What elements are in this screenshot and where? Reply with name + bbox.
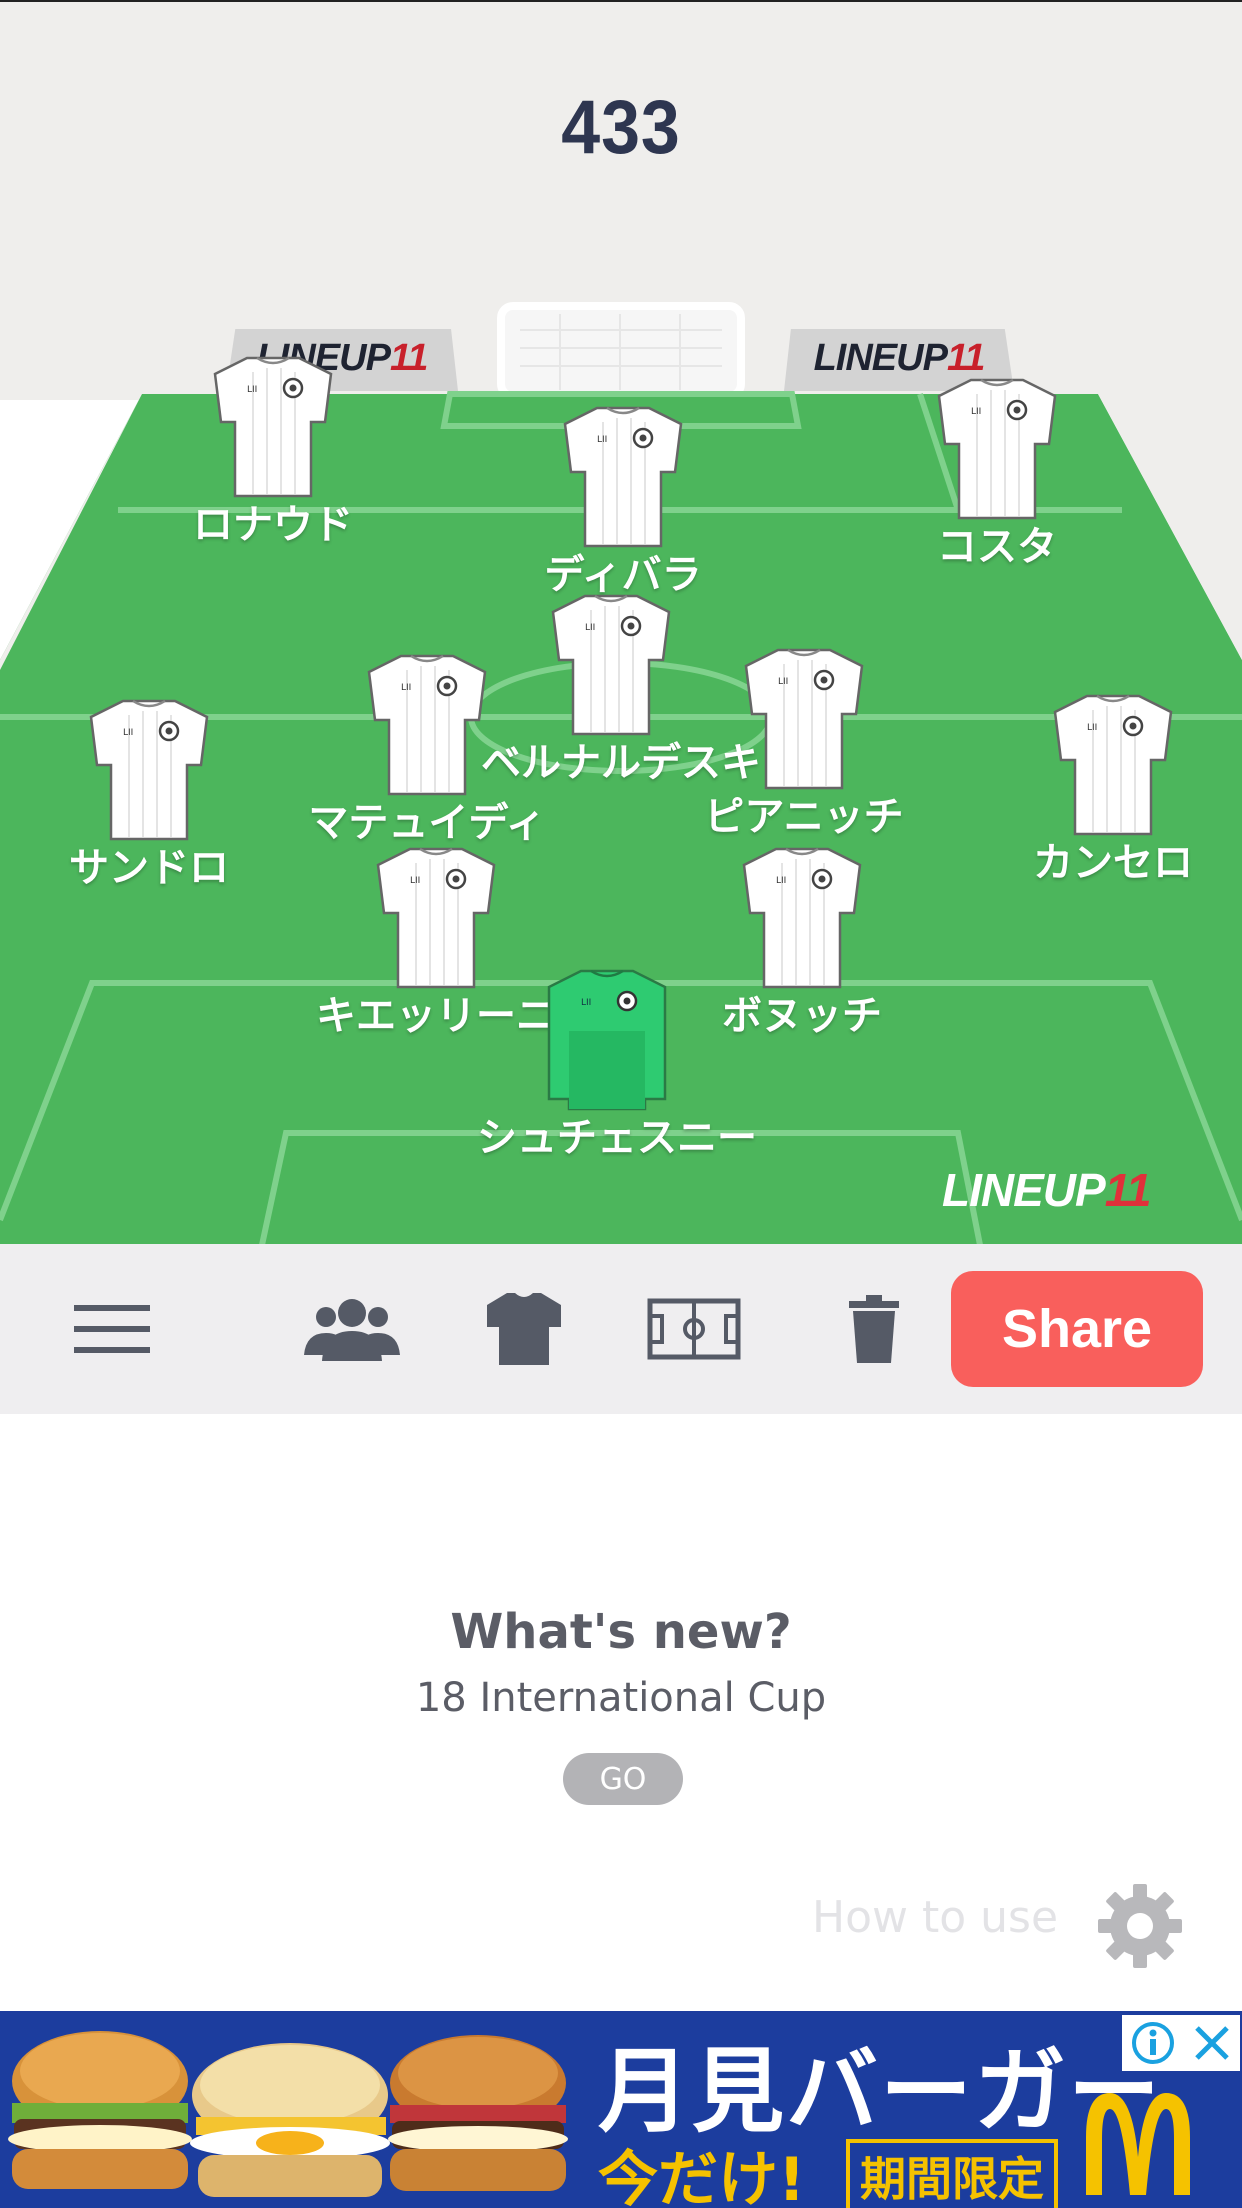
svg-text:LII: LII: [247, 385, 257, 395]
ad-subtitle: 今だけ!: [598, 2145, 806, 2208]
svg-text:LII: LII: [585, 623, 595, 633]
player-matuidi[interactable]: LII マテュイディ: [297, 650, 557, 848]
player-name: ロナウド: [193, 502, 353, 548]
go-button[interactable]: GO: [563, 1753, 683, 1805]
ad-close[interactable]: [1122, 2015, 1240, 2071]
whats-new-title: What's new?: [450, 1604, 792, 1660]
info-icon[interactable]: [1130, 2020, 1176, 2066]
svg-text:LII: LII: [597, 435, 607, 445]
whats-new-subtitle: 18 International Cup: [415, 1675, 827, 1721]
ad-badge: 期間限定: [846, 2139, 1058, 2208]
player-name: コスタ: [937, 524, 1057, 570]
svg-text:LII: LII: [401, 683, 411, 693]
mcdonalds-logo: [1086, 2093, 1190, 2195]
jersey-icon: LII: [742, 847, 862, 989]
trash-icon[interactable]: [846, 1294, 902, 1364]
player-name: シュチェスニー: [477, 1115, 757, 1161]
player-cancelo[interactable]: LII カンセロ: [983, 690, 1242, 888]
player-ronaldo[interactable]: LII ロナウド: [143, 352, 403, 550]
jersey-icon: LII: [551, 594, 671, 736]
svg-text:LII: LII: [778, 677, 788, 687]
jersey-icon: LII: [1053, 694, 1173, 836]
close-icon[interactable]: [1192, 2023, 1232, 2063]
menu-icon[interactable]: [72, 1294, 152, 1364]
player-szczesny[interactable]: LII シュチェスニー: [477, 965, 757, 1163]
player-name: ピアニッチ: [704, 794, 904, 840]
player-name: マテュイディ: [308, 800, 546, 846]
goal: [497, 302, 745, 400]
jersey-icon: LII: [89, 699, 209, 841]
formation-title[interactable]: 433: [50, 84, 1193, 171]
how-to-use-link[interactable]: How to use: [812, 1892, 1058, 1943]
players-icon[interactable]: [304, 1294, 400, 1364]
player-sandro[interactable]: LII サンドロ: [19, 695, 279, 893]
svg-text:LII: LII: [410, 876, 420, 886]
svg-text:LII: LII: [971, 407, 981, 417]
jersey-icon: LII: [563, 406, 683, 548]
player-name: サンドロ: [69, 845, 229, 891]
jersey-icon: LII: [367, 654, 487, 796]
svg-text:LII: LII: [776, 876, 786, 886]
jersey-icon: LII: [937, 378, 1057, 520]
player-name: カンセロ: [1033, 840, 1193, 886]
jersey-icon: LII: [744, 648, 864, 790]
shirt-icon[interactable]: [484, 1293, 564, 1365]
ad-banner[interactable]: 月見バーガー 今だけ! 期間限定: [0, 2011, 1242, 2208]
player-pjanic[interactable]: LII ピアニッチ: [674, 644, 934, 842]
gear-icon[interactable]: [1098, 1884, 1182, 1972]
player-costa[interactable]: LII コスタ: [867, 374, 1127, 572]
svg-text:LII: LII: [123, 728, 133, 738]
share-button[interactable]: Share: [951, 1271, 1203, 1387]
svg-text:LII: LII: [1087, 723, 1097, 733]
bottom-toolbar: Share: [0, 1244, 1242, 1414]
jersey-icon: LII: [213, 356, 333, 498]
pitch-icon[interactable]: [647, 1294, 741, 1364]
player-dybala[interactable]: LII ディバラ: [493, 402, 753, 600]
goalkeeper-jersey-icon: LII: [547, 969, 667, 1111]
burger-image: [8, 2031, 568, 2197]
svg-text:LII: LII: [581, 998, 591, 1008]
lineup11-logo: LINEUP11: [942, 1164, 1151, 1216]
